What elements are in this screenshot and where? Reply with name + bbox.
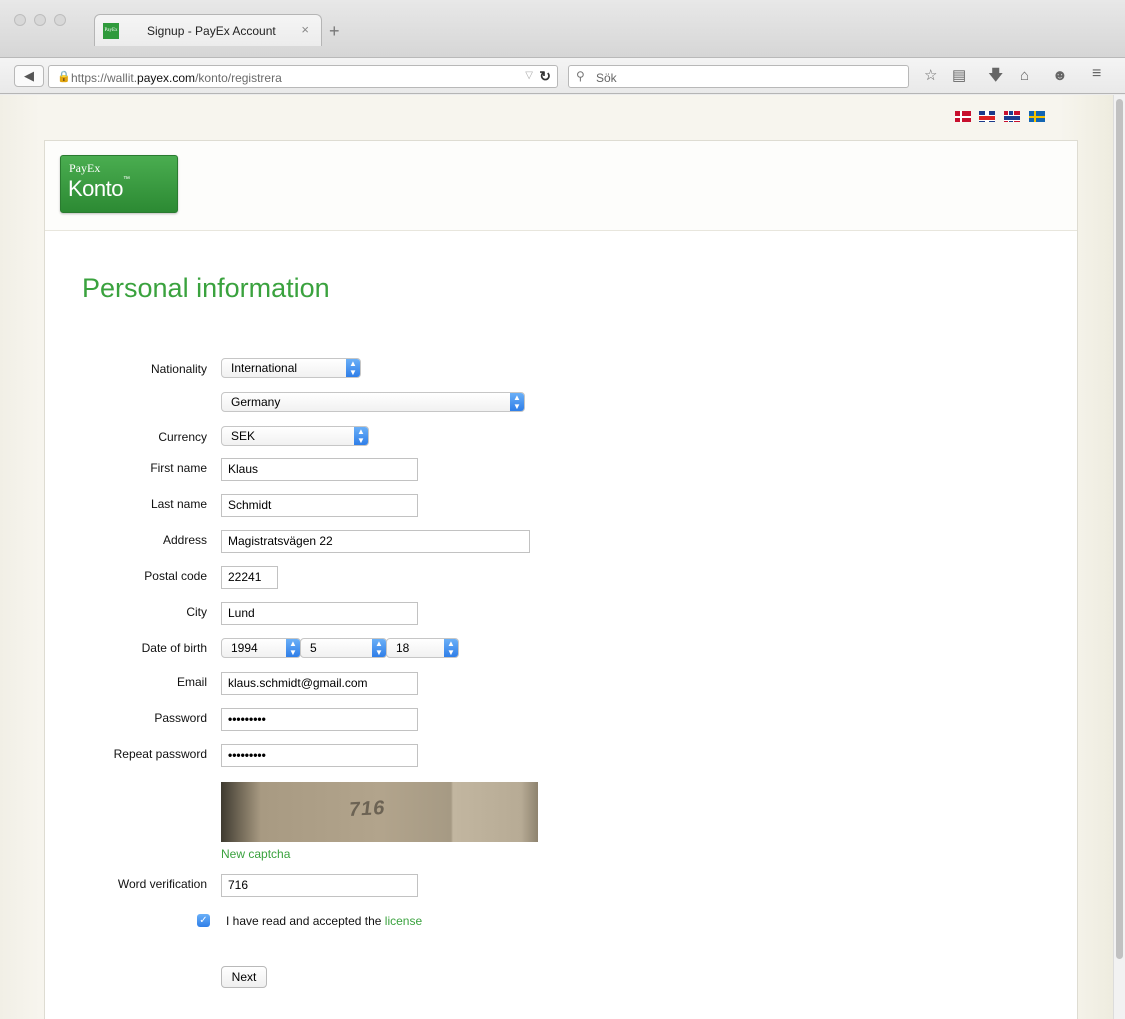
bookmark-star-icon[interactable]: ☆ [924, 67, 937, 85]
nationality-value: International [231, 361, 298, 375]
logo-payex-text: PayEx [69, 161, 101, 175]
browser-titlebar: PayEx Signup - PayEx Account × + [0, 0, 1125, 58]
license-checkbox[interactable]: ✓ [197, 914, 210, 927]
first-name-field[interactable]: Klaus [221, 458, 418, 481]
address-field[interactable]: Magistratsvägen 22 [221, 530, 530, 553]
date-of-birth-label: Date of birth [141, 641, 207, 655]
payex-konto-logo[interactable]: PayEx Konto™ [60, 155, 178, 213]
email-label: Email [176, 675, 207, 689]
last-name-label: Last name [150, 497, 207, 511]
word-verification-field[interactable]: 716 [221, 874, 418, 897]
menu-icon[interactable]: ≡ [1092, 65, 1101, 83]
nationality-select[interactable]: International ▲ ▼ [221, 358, 361, 378]
close-window-button[interactable] [14, 14, 26, 26]
card-header: PayEx Konto™ [45, 141, 1077, 231]
birth-day-value: 18 [396, 641, 410, 655]
reload-icon[interactable]: ↻ [539, 68, 551, 85]
logo-konto-text: Konto™ [68, 176, 130, 201]
postal-code-label: Postal code [144, 569, 207, 583]
back-button[interactable]: ◀ [14, 65, 44, 87]
nationality-label: Nationality [150, 362, 207, 376]
next-button[interactable]: Next [221, 966, 267, 988]
url-text: https://wallit.payex.com/konto/registrer… [71, 71, 282, 85]
birth-year-value: 1994 [231, 641, 258, 655]
select-arrows-icon: ▲ ▼ [346, 359, 360, 377]
captcha-text: 716 [347, 797, 387, 821]
currency-label: Currency [158, 430, 207, 444]
page-viewport: PayEx Konto™ Personal information Nation… [0, 95, 1113, 1019]
password-field[interactable]: ••••••••• [221, 708, 418, 731]
norwegian-flag-icon[interactable] [1004, 111, 1020, 122]
new-tab-button[interactable]: + [329, 22, 340, 40]
english-flag-icon[interactable] [979, 111, 995, 122]
download-icon[interactable]: 🡇 [988, 67, 1003, 85]
minimize-window-button[interactable] [34, 14, 46, 26]
word-verification-label: Word verification [117, 877, 207, 891]
password-label: Password [154, 711, 207, 725]
search-icon: ⚲ [576, 69, 585, 83]
email-field[interactable]: klaus.schmidt@gmail.com [221, 672, 418, 695]
page-scrollbar[interactable] [1113, 95, 1125, 1019]
checkmark-icon: ✓ [199, 915, 208, 926]
repeat-password-field[interactable]: ••••••••• [221, 744, 418, 767]
address-label: Address [162, 533, 207, 547]
birth-month-value: 5 [310, 641, 317, 655]
url-bar[interactable]: 🔒 https://wallit.payex.com/konto/registr… [48, 65, 558, 88]
page-title: Personal information [82, 273, 330, 303]
search-placeholder: Sök [596, 71, 617, 85]
zoom-window-button[interactable] [54, 14, 66, 26]
country-value: Germany [231, 395, 281, 409]
repeat-password-label: Repeat password [113, 747, 207, 761]
select-arrows-icon: ▲ ▼ [286, 639, 300, 657]
swedish-flag-icon[interactable] [1029, 111, 1045, 122]
browser-navbar: ◀ 🔒 https://wallit.payex.com/konto/regis… [0, 58, 1125, 94]
first-name-label: First name [150, 461, 207, 475]
select-arrows-icon: ▲ ▼ [444, 639, 458, 657]
last-name-field[interactable]: Schmidt [221, 494, 418, 517]
url-dropdown-icon[interactable]: ▽ [525, 70, 533, 81]
birth-month-select[interactable]: 5 ▲ ▼ [300, 638, 387, 658]
license-text: I have read and accepted the license [226, 914, 423, 928]
reading-list-icon[interactable]: ▤ [952, 67, 966, 85]
select-arrows-icon: ▲ ▼ [372, 639, 386, 657]
scrollbar-thumb[interactable] [1116, 99, 1123, 959]
back-arrow-icon: ◀ [24, 68, 34, 83]
tab-title: Signup - PayEx Account [147, 24, 276, 38]
search-bar[interactable]: ⚲ Sök [568, 65, 909, 88]
close-tab-icon[interactable]: × [301, 22, 309, 37]
lock-icon: 🔒 [57, 71, 71, 83]
country-select[interactable]: Germany ▲ ▼ [221, 392, 525, 412]
signup-card: PayEx Konto™ Personal information Nation… [44, 140, 1078, 1019]
chat-icon[interactable]: ☻ [1052, 67, 1068, 85]
payex-favicon-icon: PayEx [103, 23, 119, 39]
danish-flag-icon[interactable] [955, 111, 971, 122]
currency-select[interactable]: SEK ▲ ▼ [221, 426, 369, 446]
license-link[interactable]: license [385, 914, 422, 928]
birth-day-select[interactable]: 18 ▲ ▼ [386, 638, 459, 658]
captcha-image: 716 [221, 782, 538, 842]
currency-value: SEK [231, 429, 256, 443]
select-arrows-icon: ▲ ▼ [354, 427, 368, 445]
city-label: City [186, 605, 207, 619]
city-field[interactable]: Lund [221, 602, 418, 625]
home-icon[interactable]: ⌂ [1020, 67, 1029, 85]
postal-code-field[interactable]: 22241 [221, 566, 278, 589]
birth-year-select[interactable]: 1994 ▲ ▼ [221, 638, 301, 658]
select-arrows-icon: ▲ ▼ [510, 393, 524, 411]
tab-signup[interactable]: PayEx Signup - PayEx Account × [94, 14, 322, 46]
new-captcha-link[interactable]: New captcha [221, 847, 290, 861]
